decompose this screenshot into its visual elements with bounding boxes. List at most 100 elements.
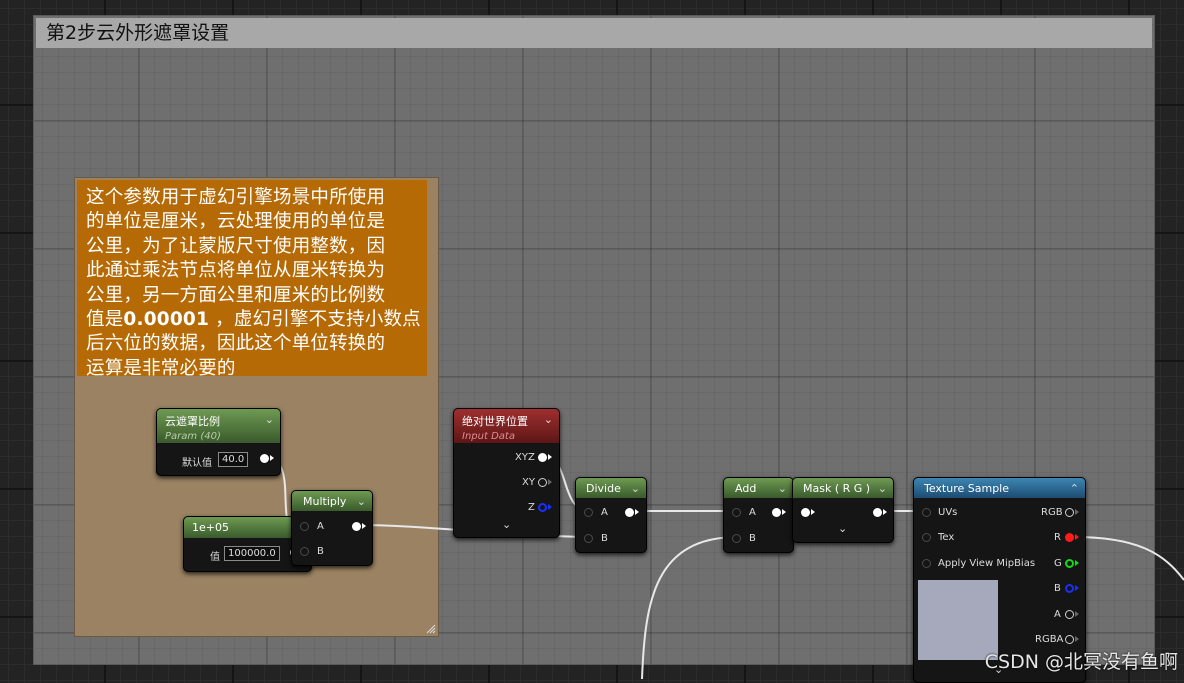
pin-arrow-icon: [548, 504, 552, 510]
output-pin-z[interactable]: [538, 503, 547, 512]
output-pin[interactable]: [873, 508, 882, 517]
note-line: 的单位是厘米，云处理使用的单位是: [86, 211, 386, 233]
pin-label: A: [1054, 609, 1061, 620]
chevron-down-icon[interactable]: ⌄: [357, 495, 366, 508]
input-pin-b[interactable]: [732, 534, 741, 543]
watermark: CSDN @北冥没有鱼啊: [984, 651, 1178, 673]
pin-label: RGB: [1041, 507, 1063, 518]
note-line: 公里，另一方面公里和厘米的比例数: [86, 284, 386, 306]
note-line: 后六位的数据，因此这个单位转换的: [86, 333, 386, 355]
pin-label: B: [317, 546, 324, 557]
input-pin[interactable]: [801, 508, 810, 517]
pin-arrow-icon: [1075, 611, 1079, 617]
pin-arrow-icon: [548, 454, 552, 460]
node-header[interactable]: Texture Sample ⌃: [914, 478, 1085, 498]
comment-title[interactable]: 第2步云外形遮罩设置: [36, 18, 1152, 48]
chevron-down-icon[interactable]: ⌄: [838, 522, 847, 535]
node-param[interactable]: 云遮罩比例 Param (40) ⌄ 默认值 40.0: [156, 408, 281, 476]
node-header[interactable]: Multiply ⌄: [292, 491, 372, 511]
node-add[interactable]: Add ⌄ A B: [723, 477, 794, 553]
field-label: 默认值: [182, 458, 212, 469]
input-pin-b[interactable]: [300, 547, 309, 556]
node-multiply[interactable]: Multiply ⌄ A B: [291, 490, 373, 566]
default-value-input[interactable]: 40.0: [218, 452, 249, 467]
node-absolute-world-position[interactable]: 绝对世界位置 Input Data ⌄ XYZ XY Z ⌄: [453, 408, 560, 538]
node-title: 云遮罩比例: [165, 415, 220, 428]
output-pin[interactable]: [772, 508, 781, 517]
output-pin-xyz[interactable]: [538, 453, 547, 462]
pin-label: A: [317, 521, 324, 532]
pin-arrow-icon: [1075, 509, 1079, 515]
pin-label: B: [1054, 583, 1061, 594]
input-pin-a[interactable]: [584, 508, 593, 517]
pin-label: A: [749, 507, 756, 518]
node-title: Mask ( R G ): [803, 482, 871, 495]
node-subtitle: Param (40): [165, 431, 221, 442]
note-line: 运算是非常必要的: [86, 357, 236, 379]
pin-label: Apply View MipBias: [938, 558, 1036, 569]
node-title: 1e+05: [192, 521, 229, 534]
note-number: 0.00001: [123, 309, 210, 331]
pin-label: R: [1054, 532, 1061, 543]
input-pin-b[interactable]: [584, 534, 593, 543]
note-text: ，虚幻引擎不支持小数点: [209, 309, 421, 331]
pin-label: XY: [522, 477, 535, 488]
node-header[interactable]: 绝对世界位置 Input Data ⌄: [454, 409, 559, 443]
pin-arrow-icon: [1075, 585, 1079, 591]
chevron-down-icon[interactable]: ⌄: [265, 413, 274, 426]
pin-arrow-icon: [635, 509, 639, 515]
output-pin-g[interactable]: [1065, 559, 1074, 568]
pin-arrow-icon: [883, 509, 887, 515]
pin-arrow-icon: [1075, 560, 1079, 566]
pin-label: XYZ: [515, 452, 535, 463]
node-header[interactable]: Add ⌄: [724, 478, 793, 498]
pin-arrow-icon: [1075, 534, 1079, 540]
chevron-down-icon[interactable]: ⌄: [544, 413, 553, 426]
pin-arrow-icon: [362, 523, 366, 529]
note-line: 值是0.00001 ，虚幻引擎不支持小数点: [86, 308, 427, 332]
node-title: Texture Sample: [924, 482, 1010, 495]
chevron-down-icon[interactable]: ⌄: [631, 482, 640, 495]
pin-label: B: [749, 533, 756, 544]
resize-grip-icon[interactable]: [426, 624, 436, 634]
node-header[interactable]: Mask ( R G ) ⌄: [793, 478, 893, 498]
note-line: 此通过乘法节点将单位从厘米转换为: [86, 260, 386, 282]
node-title: Multiply: [303, 495, 347, 508]
pin-label: A: [601, 507, 608, 518]
chevron-up-icon[interactable]: ⌃: [1070, 482, 1079, 495]
note-text: 值是: [86, 309, 124, 331]
pin-arrow-icon: [548, 479, 552, 485]
input-pin-a[interactable]: [732, 508, 741, 517]
pin-label: Z: [528, 502, 535, 513]
chevron-down-icon[interactable]: ⌄: [778, 482, 787, 495]
node-title: 绝对世界位置: [462, 415, 528, 428]
output-pin-r[interactable]: [1065, 533, 1074, 542]
pin-label: B: [601, 533, 608, 544]
node-title: Divide: [586, 482, 621, 495]
pin-arrow-icon: [270, 455, 274, 461]
input-pin-mipbias[interactable]: [922, 559, 931, 568]
comment-note-text[interactable]: 这个参数用于虚幻引擎场景中所使用 的单位是厘米，云处理使用的单位是 公里，为了让…: [77, 180, 427, 379]
chevron-down-icon[interactable]: ⌄: [878, 482, 887, 495]
node-mask-rg[interactable]: Mask ( R G ) ⌄ ⌄: [792, 477, 894, 543]
node-divide[interactable]: Divide ⌄ A B: [575, 477, 647, 553]
output-pin[interactable]: [352, 522, 361, 531]
node-header[interactable]: 云遮罩比例 Param (40) ⌄: [157, 409, 280, 443]
output-pin-xy[interactable]: [538, 478, 547, 487]
output-pin-a[interactable]: [1065, 610, 1074, 619]
output-pin[interactable]: [260, 454, 269, 463]
input-pin-a[interactable]: [300, 522, 309, 531]
output-pin[interactable]: [625, 508, 634, 517]
output-pin-b[interactable]: [1065, 584, 1074, 593]
input-pin-uvs[interactable]: [922, 508, 931, 517]
output-pin-rgb[interactable]: [1065, 508, 1074, 517]
note-line: 这个参数用于虚幻引擎场景中所使用: [86, 187, 386, 208]
input-pin-tex[interactable]: [922, 533, 931, 542]
value-input[interactable]: 100000.0: [224, 546, 280, 561]
note-line: 公里，为了让蒙版尺寸使用整数，因: [86, 235, 386, 257]
pin-arrow-icon: [811, 509, 815, 515]
output-pin-rgba[interactable]: [1065, 635, 1074, 644]
chevron-down-icon[interactable]: ⌄: [502, 518, 511, 531]
node-title: Add: [735, 482, 757, 495]
node-header[interactable]: Divide ⌄: [576, 478, 646, 498]
